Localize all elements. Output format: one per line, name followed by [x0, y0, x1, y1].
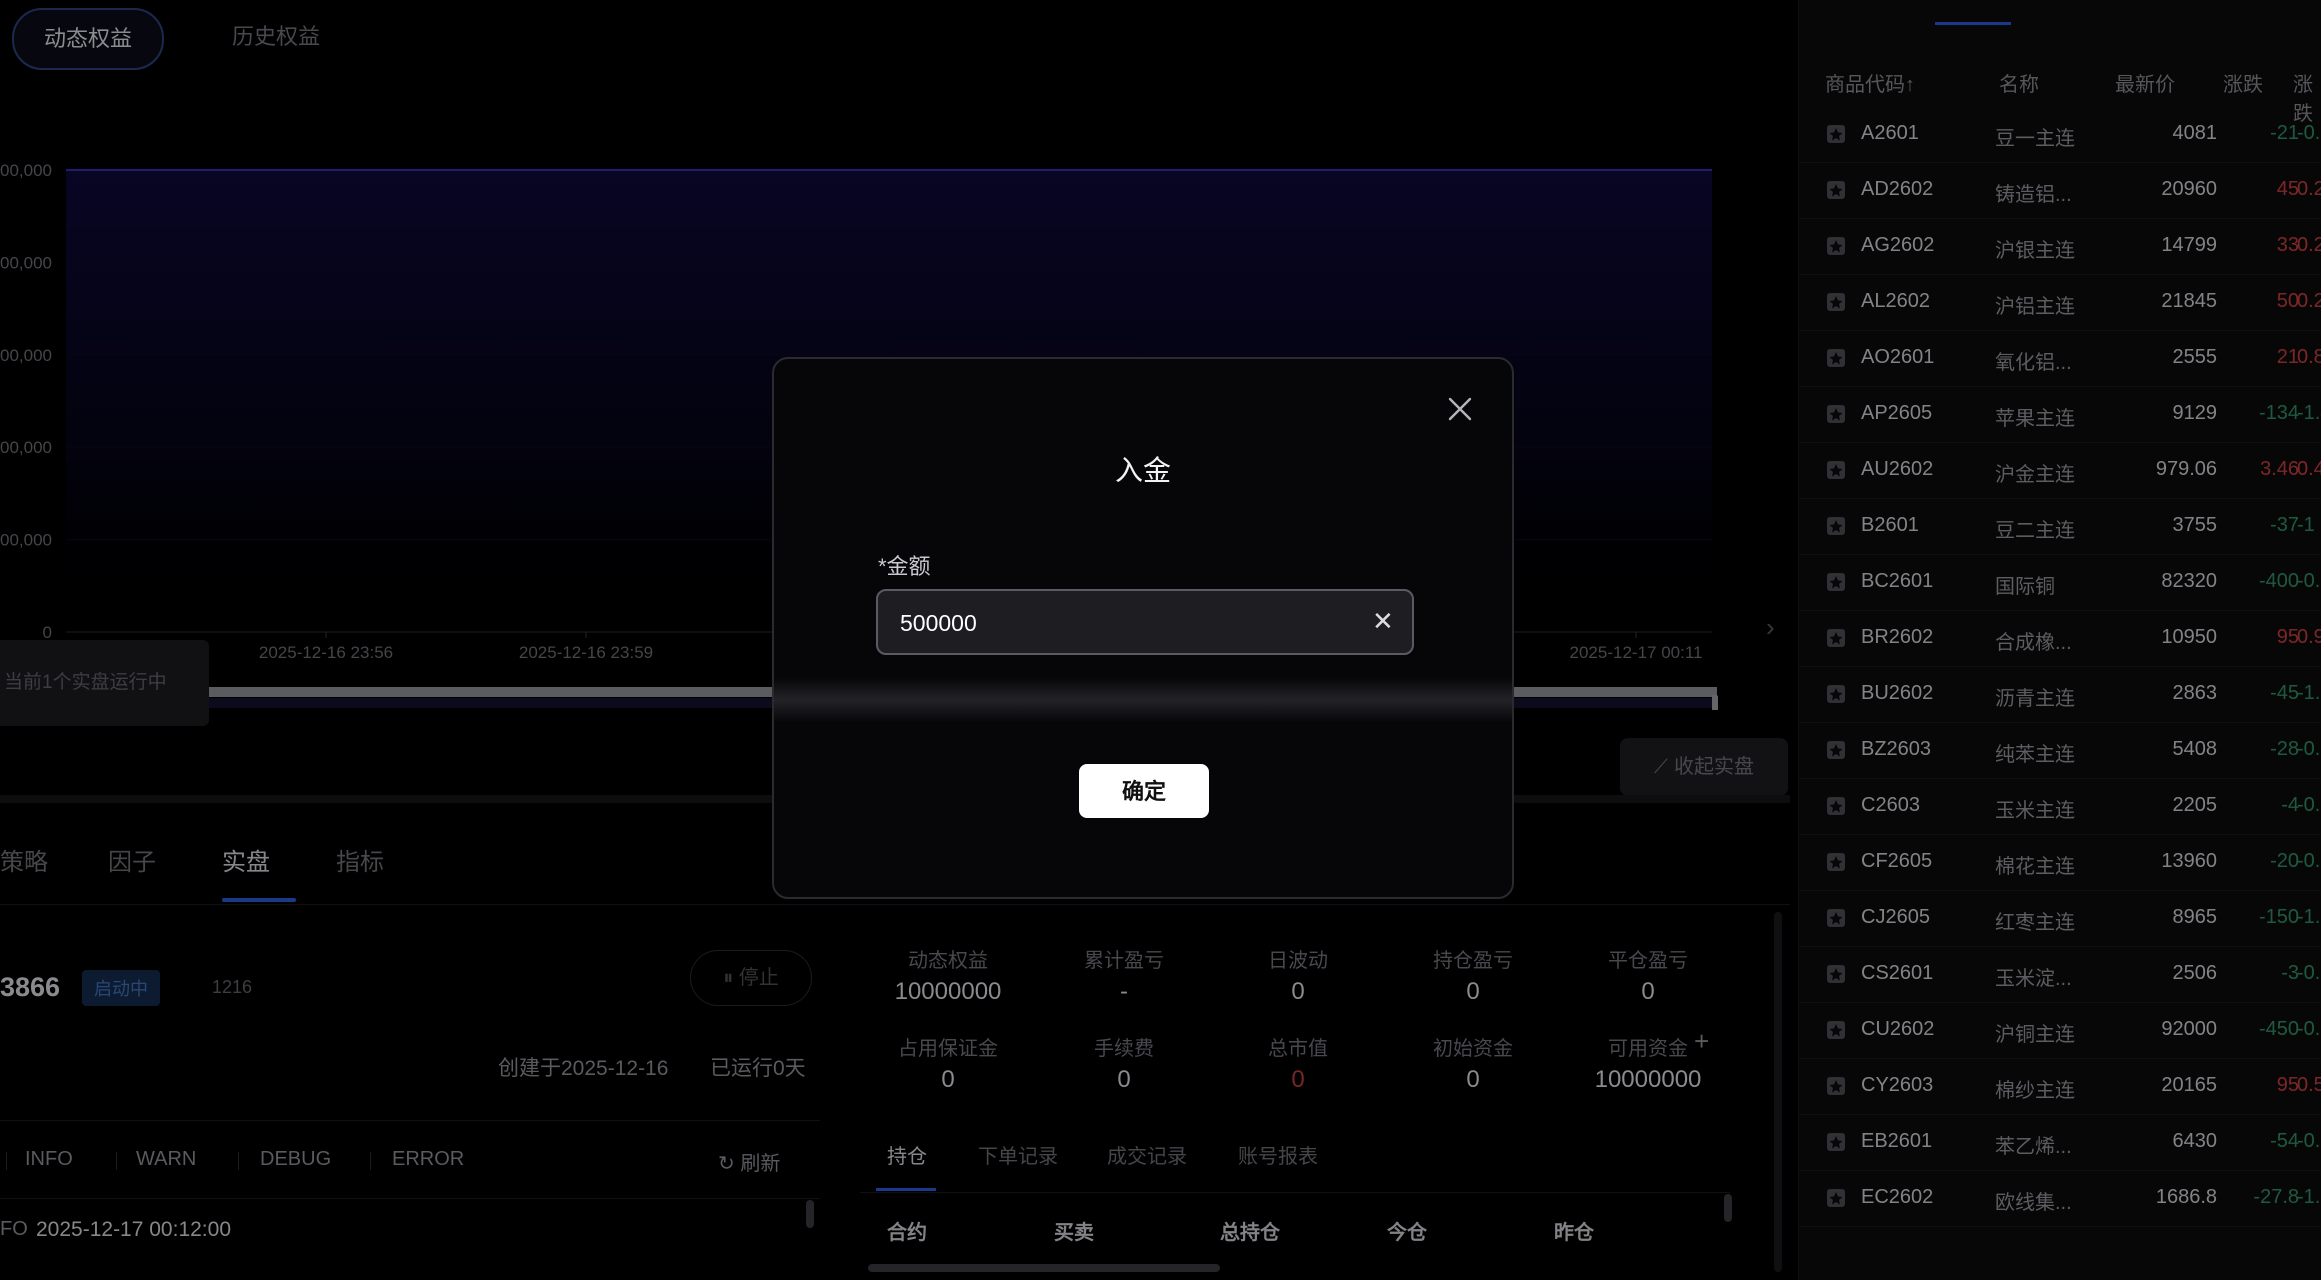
blur-band — [774, 677, 1512, 723]
close-icon[interactable] — [1446, 395, 1474, 423]
dialog-title: 入金 — [1114, 455, 1171, 486]
deposit-dialog: 入金 *金额 ✕ 确定 — [772, 357, 1514, 899]
amount-label: *金额 — [878, 554, 931, 579]
amount-field[interactable]: ✕ — [876, 589, 1414, 655]
amount-input[interactable] — [898, 591, 1362, 655]
clear-icon[interactable]: ✕ — [1372, 607, 1394, 635]
confirm-button[interactable]: 确定 — [1079, 764, 1209, 818]
